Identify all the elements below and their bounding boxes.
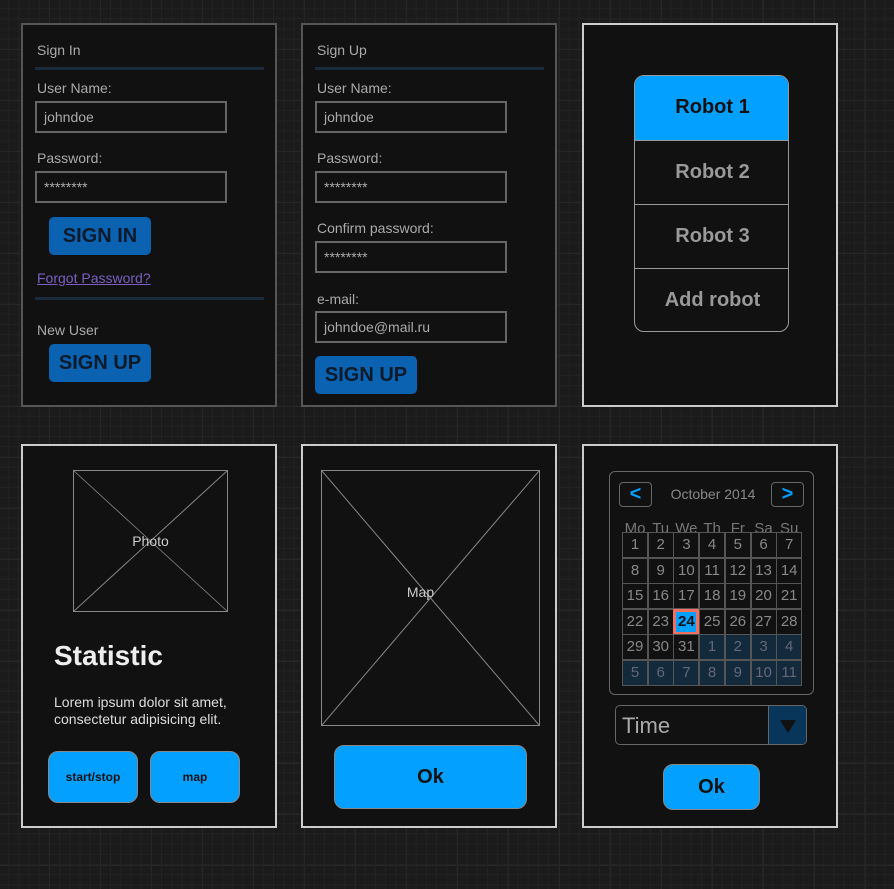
calendar-day[interactable]: 6: [750, 532, 777, 558]
time-select[interactable]: Time: [615, 705, 807, 745]
password-input[interactable]: ********: [315, 171, 507, 203]
calendar-day[interactable]: 20: [750, 583, 777, 609]
password-label: Password:: [37, 150, 103, 166]
robot-item-3[interactable]: Robot 3: [635, 204, 788, 268]
calendar-day[interactable]: 10: [750, 659, 777, 686]
username-label: User Name:: [317, 80, 392, 96]
sign-in-title: Sign In: [37, 42, 81, 58]
calendar-day[interactable]: 23: [647, 608, 674, 635]
calendar-day[interactable]: 28: [776, 608, 803, 635]
calendar-day[interactable]: 8: [699, 659, 726, 686]
calendar-day[interactable]: 4: [776, 634, 803, 660]
photo-placeholder: Photo: [73, 470, 228, 612]
confirm-password-input[interactable]: ********: [315, 241, 507, 273]
sign-up-panel: Sign Up User Name: johndoe Password: ***…: [301, 23, 557, 407]
calendar-day[interactable]: 9: [647, 557, 674, 584]
map-label: Map: [406, 584, 435, 600]
calendar-day[interactable]: 18: [699, 583, 726, 609]
divider: [315, 67, 544, 70]
time-select-value: Time: [622, 713, 671, 738]
password-input[interactable]: ********: [35, 171, 227, 203]
calendar: < October 2014 > Mo Tu We Th Fr Sa Su 1 2 3 4 5 6 7 8 9…: [609, 471, 814, 695]
statistic-title: Statistic: [54, 640, 163, 671]
calendar-day[interactable]: 19: [724, 583, 751, 609]
map-button[interactable]: map: [150, 751, 240, 803]
sign-up-button[interactable]: SIGN UP: [315, 356, 417, 394]
calendar-day[interactable]: 9: [724, 659, 751, 686]
month-title: October 2014: [670, 486, 756, 502]
prev-month-button[interactable]: <: [619, 482, 652, 507]
calendar-day[interactable]: 29: [622, 634, 648, 660]
calendar-day[interactable]: 13: [750, 557, 777, 584]
calendar-day[interactable]: 7: [776, 532, 803, 558]
next-month-button[interactable]: >: [771, 482, 804, 507]
sign-up-button[interactable]: SIGN UP: [49, 344, 151, 382]
calendar-day[interactable]: 31: [673, 634, 700, 660]
robot-item-1[interactable]: Robot 1: [635, 76, 788, 140]
calendar-day[interactable]: 5: [724, 532, 751, 558]
calendar-day[interactable]: 17: [673, 583, 700, 609]
sign-in-button[interactable]: SIGN IN: [49, 217, 151, 255]
calendar-panel: < October 2014 > Mo Tu We Th Fr Sa Su 1 2 3 4 5 6 7 8 9…: [582, 444, 838, 828]
ok-button[interactable]: Ok: [334, 745, 527, 809]
calendar-day[interactable]: 11: [776, 659, 803, 686]
email-label: e-mail:: [317, 291, 360, 307]
calendar-day[interactable]: 22: [622, 608, 648, 635]
confirm-password-label: Confirm password:: [317, 220, 434, 236]
calendar-day[interactable]: 8: [622, 557, 648, 584]
map-placeholder[interactable]: Map: [321, 470, 540, 726]
calendar-day[interactable]: 11: [699, 557, 726, 584]
calendar-day[interactable]: 26: [724, 608, 751, 635]
calendar-day[interactable]: 1: [622, 532, 648, 558]
calendar-day[interactable]: 1: [699, 634, 726, 660]
statistic-text: Lorem ipsum dolor sit amet, consectetur …: [54, 694, 227, 727]
calendar-day[interactable]: 6: [647, 659, 674, 686]
username-label: User Name:: [37, 80, 112, 96]
ok-button[interactable]: Ok: [663, 764, 760, 810]
sign-in-panel: Sign In User Name: johndoe Password: ***…: [21, 23, 277, 407]
calendar-day[interactable]: 15: [622, 583, 648, 609]
password-label: Password:: [317, 150, 383, 166]
calendar-day[interactable]: 30: [647, 634, 674, 660]
dropdown-arrow-icon[interactable]: [768, 706, 806, 744]
calendar-day[interactable]: 3: [750, 634, 777, 660]
photo-label: Photo: [132, 533, 169, 549]
start-stop-button[interactable]: start/stop: [48, 751, 138, 803]
calendar-day[interactable]: 5: [622, 659, 648, 686]
statistic-panel: Photo Statistic Lorem ipsum dolor sit am…: [21, 444, 277, 828]
sign-up-title: Sign Up: [317, 42, 367, 58]
calendar-day[interactable]: 27: [750, 608, 777, 635]
divider: [35, 297, 264, 300]
robot-list: Robot 1 Robot 2 Robot 3 Add robot: [634, 75, 789, 332]
forgot-password-link[interactable]: Forgot Password?: [37, 270, 151, 286]
new-user-label: New User: [37, 322, 99, 338]
calendar-day[interactable]: 25: [699, 608, 726, 635]
email-input[interactable]: johndoe@mail.ru: [315, 311, 507, 343]
calendar-day[interactable]: 10: [673, 557, 700, 584]
calendar-day[interactable]: 4: [699, 532, 726, 558]
calendar-day[interactable]: 3: [673, 532, 700, 558]
robot-item-2[interactable]: Robot 2: [635, 140, 788, 204]
calendar-day[interactable]: 2: [647, 532, 674, 558]
calendar-day[interactable]: 16: [647, 583, 674, 609]
map-panel: Map Ok: [301, 444, 557, 828]
calendar-day[interactable]: 12: [724, 557, 751, 584]
add-robot-item[interactable]: Add robot: [635, 268, 788, 331]
calendar-day[interactable]: 2: [724, 634, 751, 660]
calendar-day-selected[interactable]: 24: [673, 608, 700, 635]
username-input[interactable]: johndoe: [35, 101, 227, 133]
robot-list-panel: Robot 1 Robot 2 Robot 3 Add robot: [582, 23, 838, 407]
username-input[interactable]: johndoe: [315, 101, 507, 133]
calendar-day[interactable]: 21: [776, 583, 803, 609]
calendar-day[interactable]: 14: [776, 557, 803, 584]
divider: [35, 67, 264, 70]
calendar-day[interactable]: 7: [673, 659, 700, 686]
